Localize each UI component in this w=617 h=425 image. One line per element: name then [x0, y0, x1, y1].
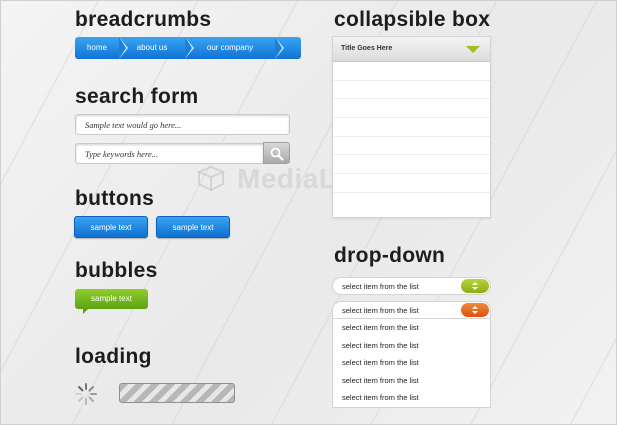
collapsible-box-row	[333, 81, 490, 100]
breadcrumb: home about us our company	[75, 37, 301, 59]
collapsible-box-row	[333, 155, 490, 175]
dropdown-select-open[interactable]: select item from the list	[332, 301, 491, 319]
breadcrumb-label: our company	[206, 43, 254, 52]
breadcrumb-label: about us	[136, 43, 168, 52]
heading-bubbles: bubbles	[75, 259, 158, 282]
dropdown-select-closed[interactable]: select item from the list	[332, 277, 491, 295]
dropdown-option[interactable]: select item from the list	[333, 372, 490, 390]
collapsible-box-row	[333, 62, 490, 81]
sample-button-1[interactable]: sample text	[74, 216, 148, 238]
collapsible-box-title: Title Goes Here	[341, 45, 393, 52]
collapsible-box-header[interactable]: Title Goes Here	[333, 37, 490, 62]
dropdown-options-list: select item from the list select item fr…	[332, 319, 491, 408]
text-field-placeholder: Sample text would go here...	[85, 120, 182, 130]
speech-bubble: sample text	[75, 289, 148, 309]
triangle-down-icon[interactable]	[466, 46, 480, 53]
breadcrumb-item-home[interactable]: home	[75, 37, 128, 59]
collapsible-box-row	[333, 118, 490, 137]
speech-bubble-tail	[83, 308, 89, 314]
dropdown-toggle[interactable]	[461, 303, 489, 317]
search-input[interactable]: Type keywords here...	[75, 143, 264, 164]
heading-drop-down: drop-down	[334, 244, 446, 267]
sample-button-2[interactable]: sample text	[156, 216, 230, 238]
heading-buttons: buttons	[75, 187, 155, 210]
sort-arrows-icon	[472, 306, 478, 314]
chevron-right-icon	[275, 37, 282, 59]
collapsible-box-row	[333, 137, 490, 156]
heading-loading: loading	[75, 345, 152, 368]
breadcrumb-label: home	[86, 43, 107, 52]
medialoot-logo-icon	[196, 165, 226, 192]
search-input-placeholder: Type keywords here...	[85, 149, 159, 159]
dropdown-option[interactable]: select item from the list	[333, 354, 490, 372]
heading-collapsible-box: collapsible box	[334, 8, 491, 31]
dropdown-value: select item from the list	[342, 306, 419, 315]
breadcrumb-item-our-company[interactable]: our company	[185, 37, 284, 59]
spinner-icon	[75, 383, 97, 405]
breadcrumb-item-about-us[interactable]: about us	[119, 37, 194, 59]
collapsible-box-row	[333, 99, 490, 119]
dropdown-option[interactable]: select item from the list	[333, 337, 490, 355]
dropdown-option[interactable]: select item from the list	[333, 319, 490, 337]
sort-arrows-icon	[472, 282, 478, 290]
collapsible-box-row	[333, 193, 490, 212]
dropdown-option[interactable]: select item from the list	[333, 389, 490, 407]
heading-search-form: search form	[75, 85, 199, 108]
collapsible-box: Title Goes Here	[332, 36, 491, 218]
text-field[interactable]: Sample text would go here...	[75, 114, 290, 135]
collapsible-box-row	[333, 174, 490, 193]
chevron-right-icon	[185, 37, 192, 59]
chevron-right-icon	[119, 37, 126, 59]
dropdown-toggle[interactable]	[461, 279, 489, 293]
loading-progress-bar	[119, 383, 235, 403]
dropdown-value: select item from the list	[342, 282, 419, 291]
search-icon	[270, 147, 284, 161]
search-button[interactable]	[263, 142, 290, 164]
heading-breadcrumbs: breadcrumbs	[75, 8, 212, 31]
